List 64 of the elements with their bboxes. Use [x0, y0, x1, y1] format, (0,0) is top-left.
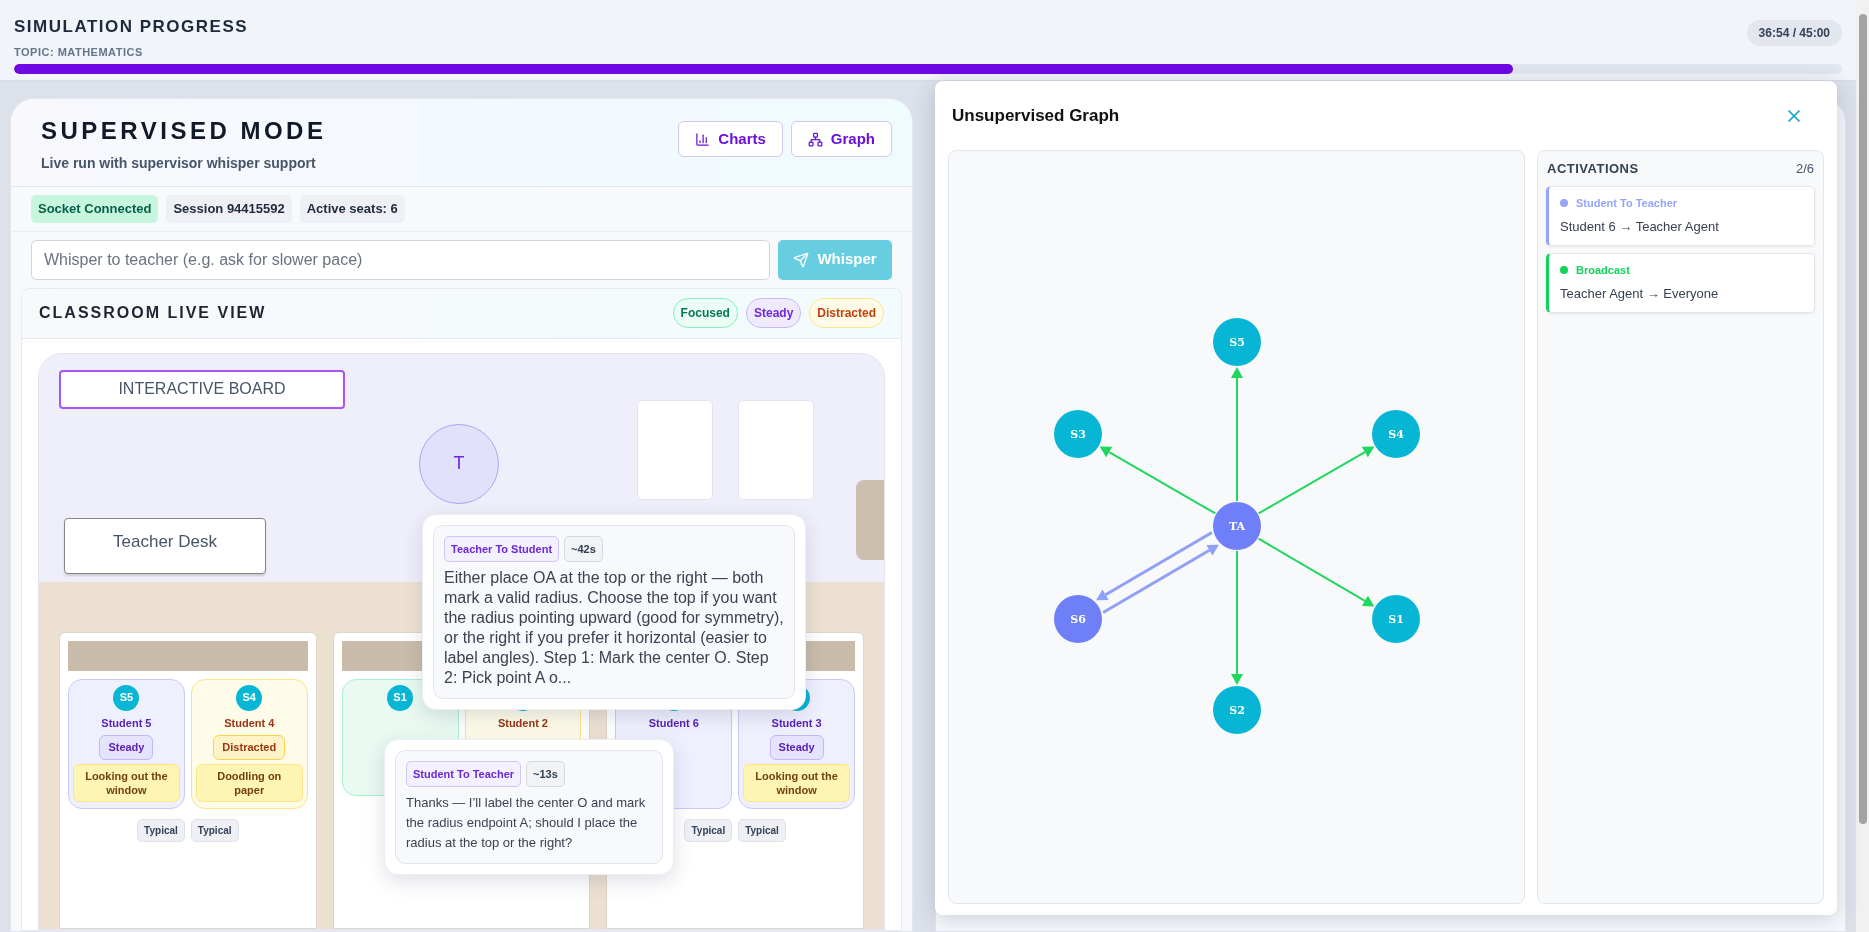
- profile-tag: Typical: [684, 818, 733, 842]
- student-name: Student 2: [497, 715, 548, 731]
- status-badge: Socket Connected: [31, 195, 159, 223]
- graph-node[interactable]: S1: [1372, 595, 1420, 643]
- activations-title: ACTIVATIONS: [1547, 160, 1639, 178]
- status-tag: Steady: [99, 735, 154, 760]
- graph-node[interactable]: S5: [1213, 318, 1261, 366]
- message-type-tag: Teacher To Student: [444, 535, 560, 562]
- activation-type: Student To Teacher: [1576, 195, 1678, 211]
- mode-title: SUPERVISED MODE: [41, 116, 327, 146]
- student-name: Student 4: [224, 715, 275, 731]
- status-badge: Session 94415592: [166, 195, 292, 223]
- legend-pill: Focused: [672, 298, 738, 328]
- profile-tag: Typical: [190, 818, 239, 842]
- legend-pill: Distracted: [809, 298, 884, 328]
- time-badge: 36:54 / 45:00: [1746, 20, 1842, 46]
- legend-pill: Steady: [745, 298, 802, 328]
- student-name: Student 3: [771, 715, 822, 731]
- activations-count: 2/6: [1795, 160, 1814, 178]
- student-avatar: S1: [387, 684, 414, 711]
- progress-title: SIMULATION PROGRESS: [14, 16, 249, 38]
- message-type-tag: Student To Teacher: [406, 760, 522, 787]
- network-icon: [807, 131, 823, 147]
- teacher-desk: Teacher Desk: [64, 517, 266, 574]
- activity-note: Doodling on paper: [195, 763, 303, 802]
- student-name: Student 5: [101, 715, 152, 731]
- mode-subtitle: Live run with supervisor whisper support: [41, 154, 317, 173]
- activation-card[interactable]: Student To Teacher Student 6 → Teacher Agent: [1546, 185, 1815, 246]
- whisper-button[interactable]: Whisper: [778, 239, 892, 280]
- bar-chart-icon: [695, 131, 711, 147]
- modal-title: Unsupervised Graph: [952, 104, 1120, 127]
- activation-type: Broadcast: [1576, 262, 1630, 278]
- graph-node[interactable]: S6: [1054, 595, 1102, 643]
- student-card[interactable]: S4 Student 4 Distracted Doodling on paper: [190, 678, 308, 809]
- status-tag: Steady: [769, 735, 824, 760]
- time-tag: ~42s: [564, 535, 603, 562]
- graph-node[interactable]: TA: [1213, 502, 1261, 550]
- activation-route: Teacher Agent → Everyone: [1560, 285, 1720, 303]
- teacher-avatar: T: [419, 423, 499, 504]
- activation-route: Student 6 → Teacher Agent: [1560, 218, 1720, 236]
- classroom-title: CLASSROOM LIVE VIEW: [39, 303, 267, 323]
- graph-node[interactable]: S3: [1054, 410, 1102, 458]
- activity-note: Looking out the window: [73, 763, 180, 802]
- student-avatar: S5: [113, 684, 140, 711]
- topic-label: TOPIC: MATHEMATICS: [14, 44, 144, 60]
- status-badge: Active seats: 6: [299, 195, 405, 223]
- profile-tag: Typical: [137, 818, 185, 842]
- student-avatar: S4: [236, 684, 263, 711]
- status-tag: Distracted: [213, 735, 286, 760]
- graph-button[interactable]: Graph: [790, 121, 892, 157]
- time-tag: ~13s: [526, 760, 565, 787]
- activity-note: Looking out the window: [743, 763, 851, 802]
- graph-node[interactable]: S2: [1213, 686, 1261, 734]
- whisper-field[interactable]: Whisper to teacher (e.g. ask for slower pace): [31, 239, 770, 280]
- charts-button[interactable]: Charts: [678, 121, 783, 157]
- scrollbar-thumb[interactable]: [1858, 14, 1867, 824]
- interactive-board: INTERACTIVE BOARD: [59, 369, 345, 409]
- activation-card[interactable]: Broadcast Teacher Agent → Everyone: [1546, 252, 1815, 313]
- profile-tag: Typical: [738, 818, 786, 842]
- student-name: Student 6: [648, 715, 699, 731]
- student-card[interactable]: S5 Student 5 Steady Looking out the window: [68, 678, 185, 809]
- graph-node[interactable]: S4: [1372, 410, 1420, 458]
- scrollbar[interactable]: [1856, 0, 1869, 932]
- send-icon: [793, 251, 810, 268]
